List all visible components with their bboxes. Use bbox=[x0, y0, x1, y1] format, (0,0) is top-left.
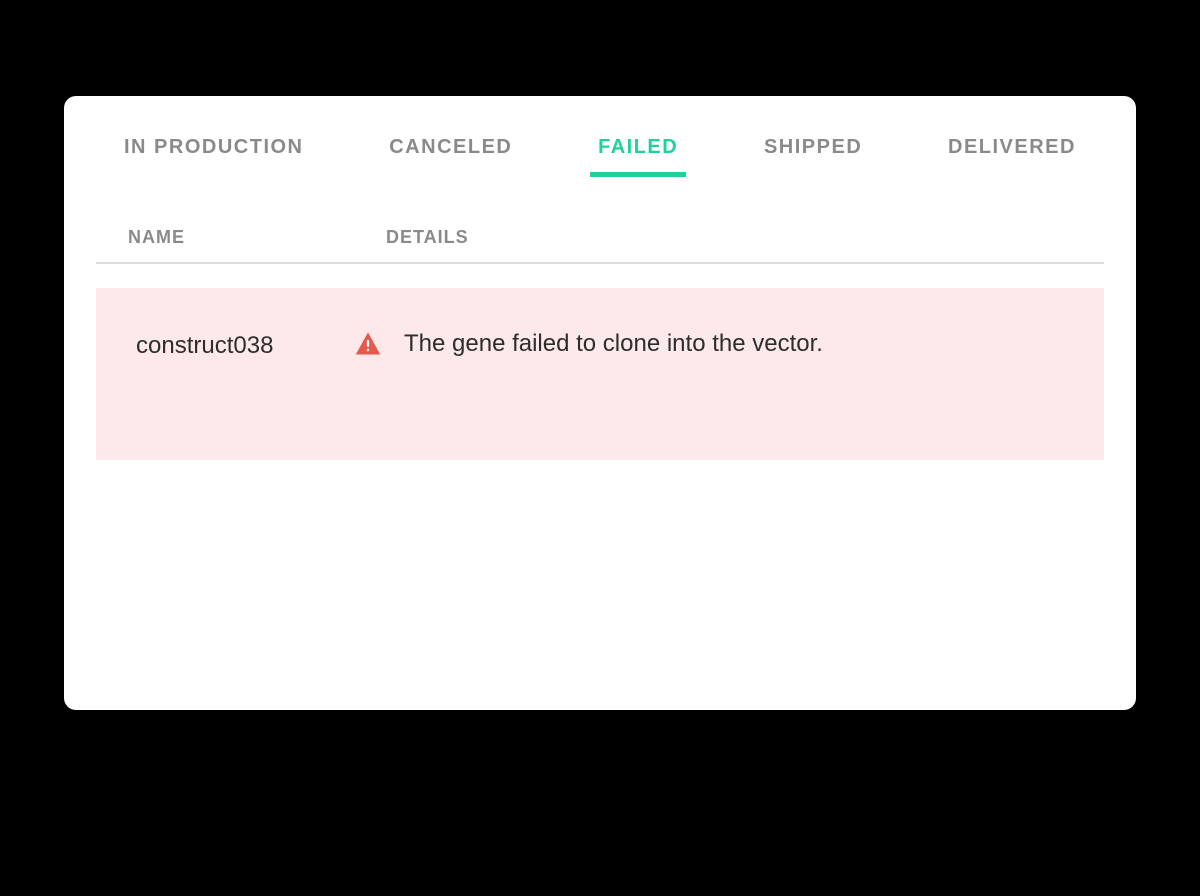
row-detail-text: The gene failed to clone into the vector… bbox=[404, 330, 823, 358]
row-details: The gene failed to clone into the vector… bbox=[354, 330, 1064, 358]
table-body: construct038 The gene failed to clone in… bbox=[64, 288, 1136, 460]
status-card: IN PRODUCTION CANCELED FAILED SHIPPED DE… bbox=[64, 96, 1136, 710]
column-header-details: DETAILS bbox=[386, 227, 1072, 248]
tab-canceled[interactable]: CANCELED bbox=[389, 126, 512, 177]
column-header-name: NAME bbox=[128, 227, 386, 248]
tab-failed[interactable]: FAILED bbox=[598, 126, 678, 177]
tab-in-production[interactable]: IN PRODUCTION bbox=[124, 126, 304, 177]
status-tabs: IN PRODUCTION CANCELED FAILED SHIPPED DE… bbox=[64, 96, 1136, 177]
tab-shipped[interactable]: SHIPPED bbox=[764, 126, 862, 177]
warning-icon bbox=[354, 330, 382, 358]
table-row[interactable]: construct038 The gene failed to clone in… bbox=[96, 288, 1104, 460]
tab-delivered[interactable]: DELIVERED bbox=[948, 126, 1076, 177]
table-header-row: NAME DETAILS bbox=[96, 177, 1104, 264]
row-name: construct038 bbox=[136, 330, 354, 360]
